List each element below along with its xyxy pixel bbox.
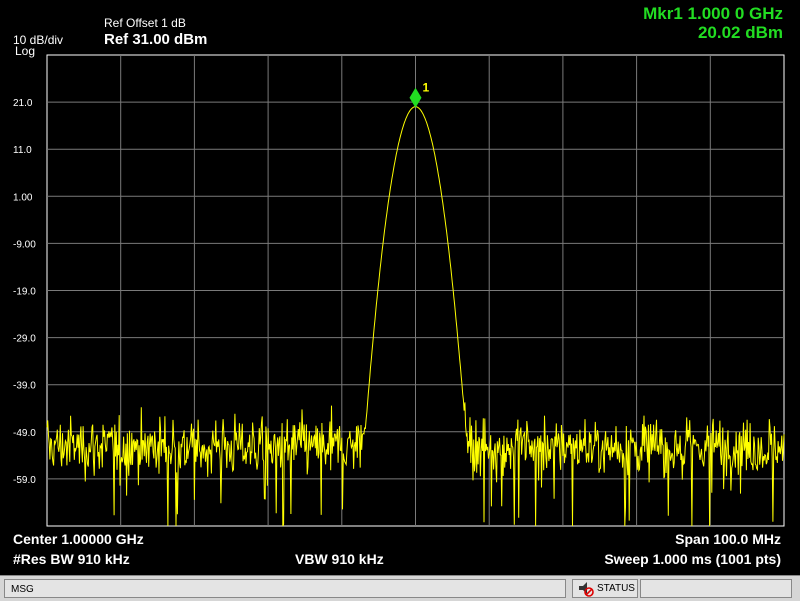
video-bandwidth: VBW 910 kHz xyxy=(295,551,384,567)
y-tick-label: -39.0 xyxy=(13,381,36,392)
span: Span 100.0 MHz xyxy=(675,531,781,547)
status-bar: MSG STATUS xyxy=(0,575,800,601)
y-tick-label: -29.0 xyxy=(13,334,36,345)
y-axis-ticks: 21.0 11.0 1.00 -9.00 -19.0 -29.0 -39.0 -49.0 -59… xyxy=(13,98,36,486)
y-tick-label: 11.0 xyxy=(13,145,32,156)
status-field[interactable]: STATUS xyxy=(572,579,638,598)
center-frequency: Center 1.00000 GHz xyxy=(13,531,144,547)
y-tick-label: -59.0 xyxy=(13,475,36,486)
y-tick-label: 21.0 xyxy=(13,98,33,109)
marker-1-diamond[interactable] xyxy=(409,87,422,108)
spectrum-display[interactable]: 21.0 11.0 1.00 -9.00 -19.0 -29.0 -39.0 -49.0 -59… xyxy=(0,0,800,575)
message-field[interactable]: MSG xyxy=(4,579,566,598)
y-tick-label: -19.0 xyxy=(13,287,36,298)
y-tick-label: -49.0 xyxy=(13,428,36,439)
resolution-bandwidth: #Res BW 910 kHz xyxy=(13,551,130,567)
marker-1-number: 1 xyxy=(423,81,430,95)
status-label: STATUS xyxy=(597,583,635,594)
speaker-muted-icon xyxy=(579,582,594,597)
y-tick-label: 1.00 xyxy=(13,192,33,203)
message-label: MSG xyxy=(11,584,34,595)
sweep-time: Sweep 1.000 ms (1001 pts) xyxy=(604,551,781,567)
status-extra-field xyxy=(640,579,792,598)
y-tick-label: -9.00 xyxy=(13,239,36,250)
